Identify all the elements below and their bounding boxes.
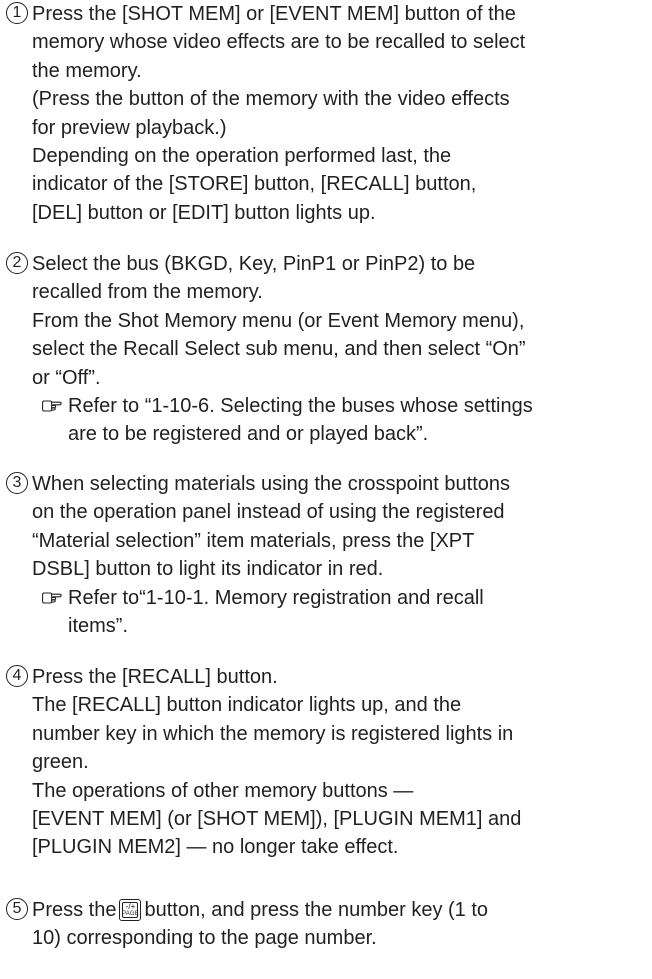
step-3-line-3: “Material selection” item materials, pre… [32, 529, 475, 552]
step-1-line-8: [DEL] button or [EDIT] button lights up. [32, 201, 376, 224]
step-1-line-2: memory whose video effects are to be rec… [32, 31, 526, 54]
step-3-line-4: DSBL] button to light its indicator in r… [32, 558, 384, 581]
step-4-line-3: number key in which the memory is regist… [32, 722, 514, 745]
step-5-text-before-key: Press the [32, 899, 117, 921]
step-2-line-1: Select the bus (BKGD, Key, PinP1 or PinP… [32, 253, 476, 275]
step-5-line-1: Press the -/+ PAGE button, and press the nu… [32, 896, 646, 924]
step-3-reference-line-2: items”. [68, 615, 128, 638]
step-4-line-4: green. [32, 751, 89, 774]
step-3-line-2: on the operation panel instead of using … [32, 501, 505, 524]
step-1-line-1: Press the [SHOT MEM] or [EVENT MEM] butt… [32, 3, 516, 25]
step-1-line-6: Depending on the operation performed las… [32, 145, 452, 168]
step-4-line-7: [PLUGIN MEM2] — no longer take effect. [32, 836, 399, 859]
step-1-line-3: the memory. [32, 59, 142, 82]
step-3-reference-line-1: Refer to“1-10-1. Memory registration and… [68, 586, 484, 609]
step-3-line-1: When selecting materials using the cross… [32, 473, 511, 495]
step-5: 5 Press the -/+ PAGE button, and press the … [6, 896, 646, 953]
step-2-line-5: or “Off”. [32, 366, 101, 389]
step-1-line-5: for preview playback.) [32, 116, 227, 139]
step-1-line-7: indicator of the [STORE] button, [RECALL… [32, 173, 477, 196]
step-2: 2 Select the bus (BKGD, Key, PinP1 or Pi… [6, 250, 646, 449]
step-4-line-5: The operations of other memory buttons — [32, 779, 414, 802]
step-number-3: 3 [6, 472, 28, 494]
step-5-text-after-key: button, and press the number key (1 to [144, 899, 489, 921]
step-2-line-4: select the Recall Select sub menu, and t… [32, 338, 526, 361]
manual-page: 1 Press the [SHOT MEM] or [EVENT MEM] bu… [0, 0, 652, 979]
step-2-reference: Refer to “1-10-6. Selecting the buses wh… [42, 392, 646, 449]
page-key-top-label: -/+ [125, 902, 136, 911]
step-number-4: 4 [6, 665, 28, 687]
step-5-line-2: 10) corresponding to the page number. [32, 927, 377, 950]
step-2-reference-line-2: are to be registered and or played back”… [68, 423, 429, 446]
step-2-reference-line-1: Refer to “1-10-6. Selecting the buses wh… [68, 395, 533, 418]
step-1: 1 Press the [SHOT MEM] or [EVENT MEM] bu… [6, 0, 646, 227]
step-3: 3 When selecting materials using the cro… [6, 470, 646, 640]
reference-pointing-hand-icon [42, 400, 62, 412]
step-number-5: 5 [6, 898, 28, 920]
step-4-line-1: Press the [RECALL] button. [32, 666, 278, 688]
step-2-line-3: From the Shot Memory menu (or Event Memo… [32, 309, 525, 332]
reference-pointing-hand-icon [42, 592, 62, 604]
page-key-bottom-label: PAGE [121, 911, 139, 917]
step-4-line-6: [EVENT MEM] (or [SHOT MEM]), [PLUGIN MEM… [32, 808, 522, 831]
step-2-line-2: recalled from the memory. [32, 281, 263, 304]
step-3-reference: Refer to“1-10-1. Memory registration and… [42, 584, 646, 641]
step-number-2: 2 [6, 252, 28, 274]
step-number-1: 1 [6, 2, 28, 24]
step-4: 4 Press the [RECALL] button. The [RECALL… [6, 663, 646, 862]
page-key-icon: -/+ PAGE [119, 899, 142, 921]
step-1-line-4: (Press the button of the memory with the… [32, 88, 510, 111]
step-4-line-2: The [RECALL] button indicator lights up,… [32, 694, 462, 717]
